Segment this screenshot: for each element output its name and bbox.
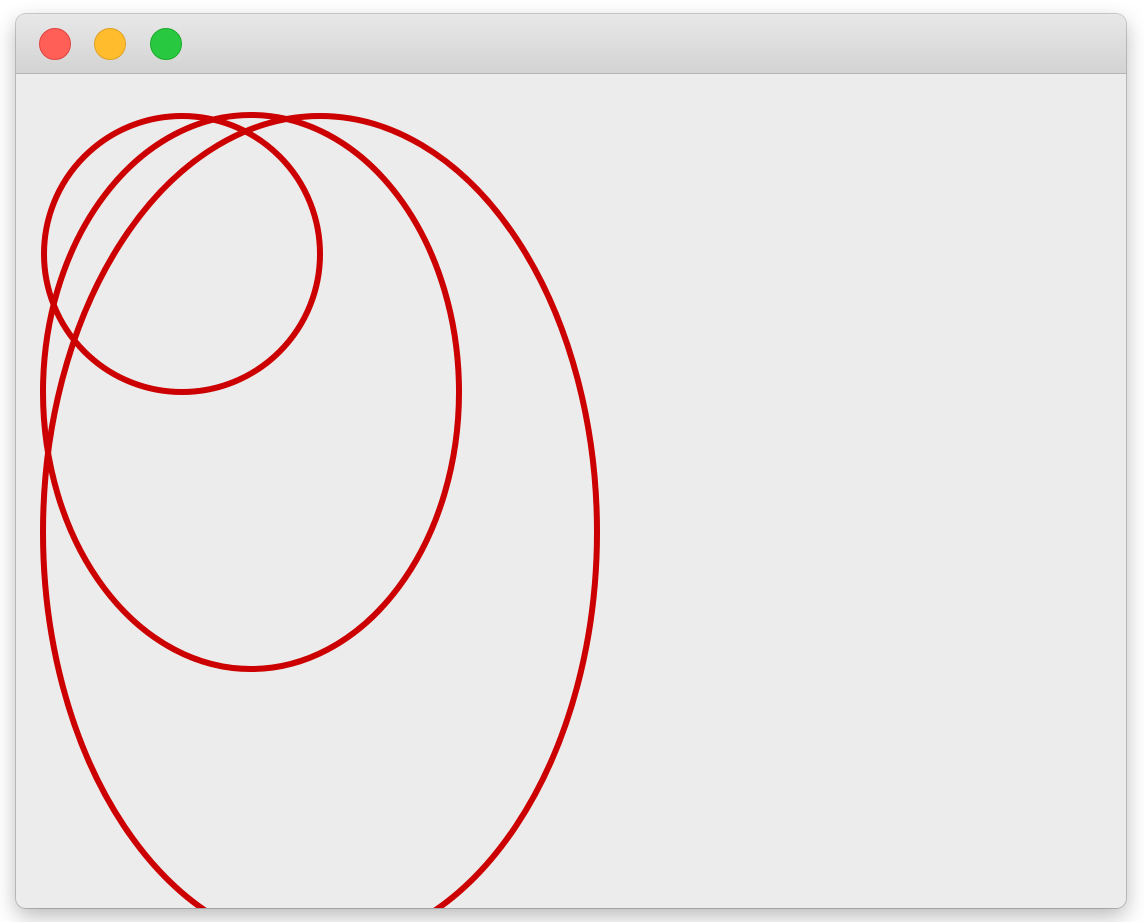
title-bar[interactable]	[16, 14, 1126, 74]
ellipse-drawing	[40, 112, 600, 908]
app-window	[16, 14, 1126, 908]
zoom-button[interactable]	[150, 28, 182, 60]
drawing-canvas	[16, 74, 1126, 908]
close-button[interactable]	[39, 28, 71, 60]
medium-ellipse	[40, 112, 462, 672]
minimize-button[interactable]	[94, 28, 126, 60]
small-ellipse	[41, 113, 323, 395]
